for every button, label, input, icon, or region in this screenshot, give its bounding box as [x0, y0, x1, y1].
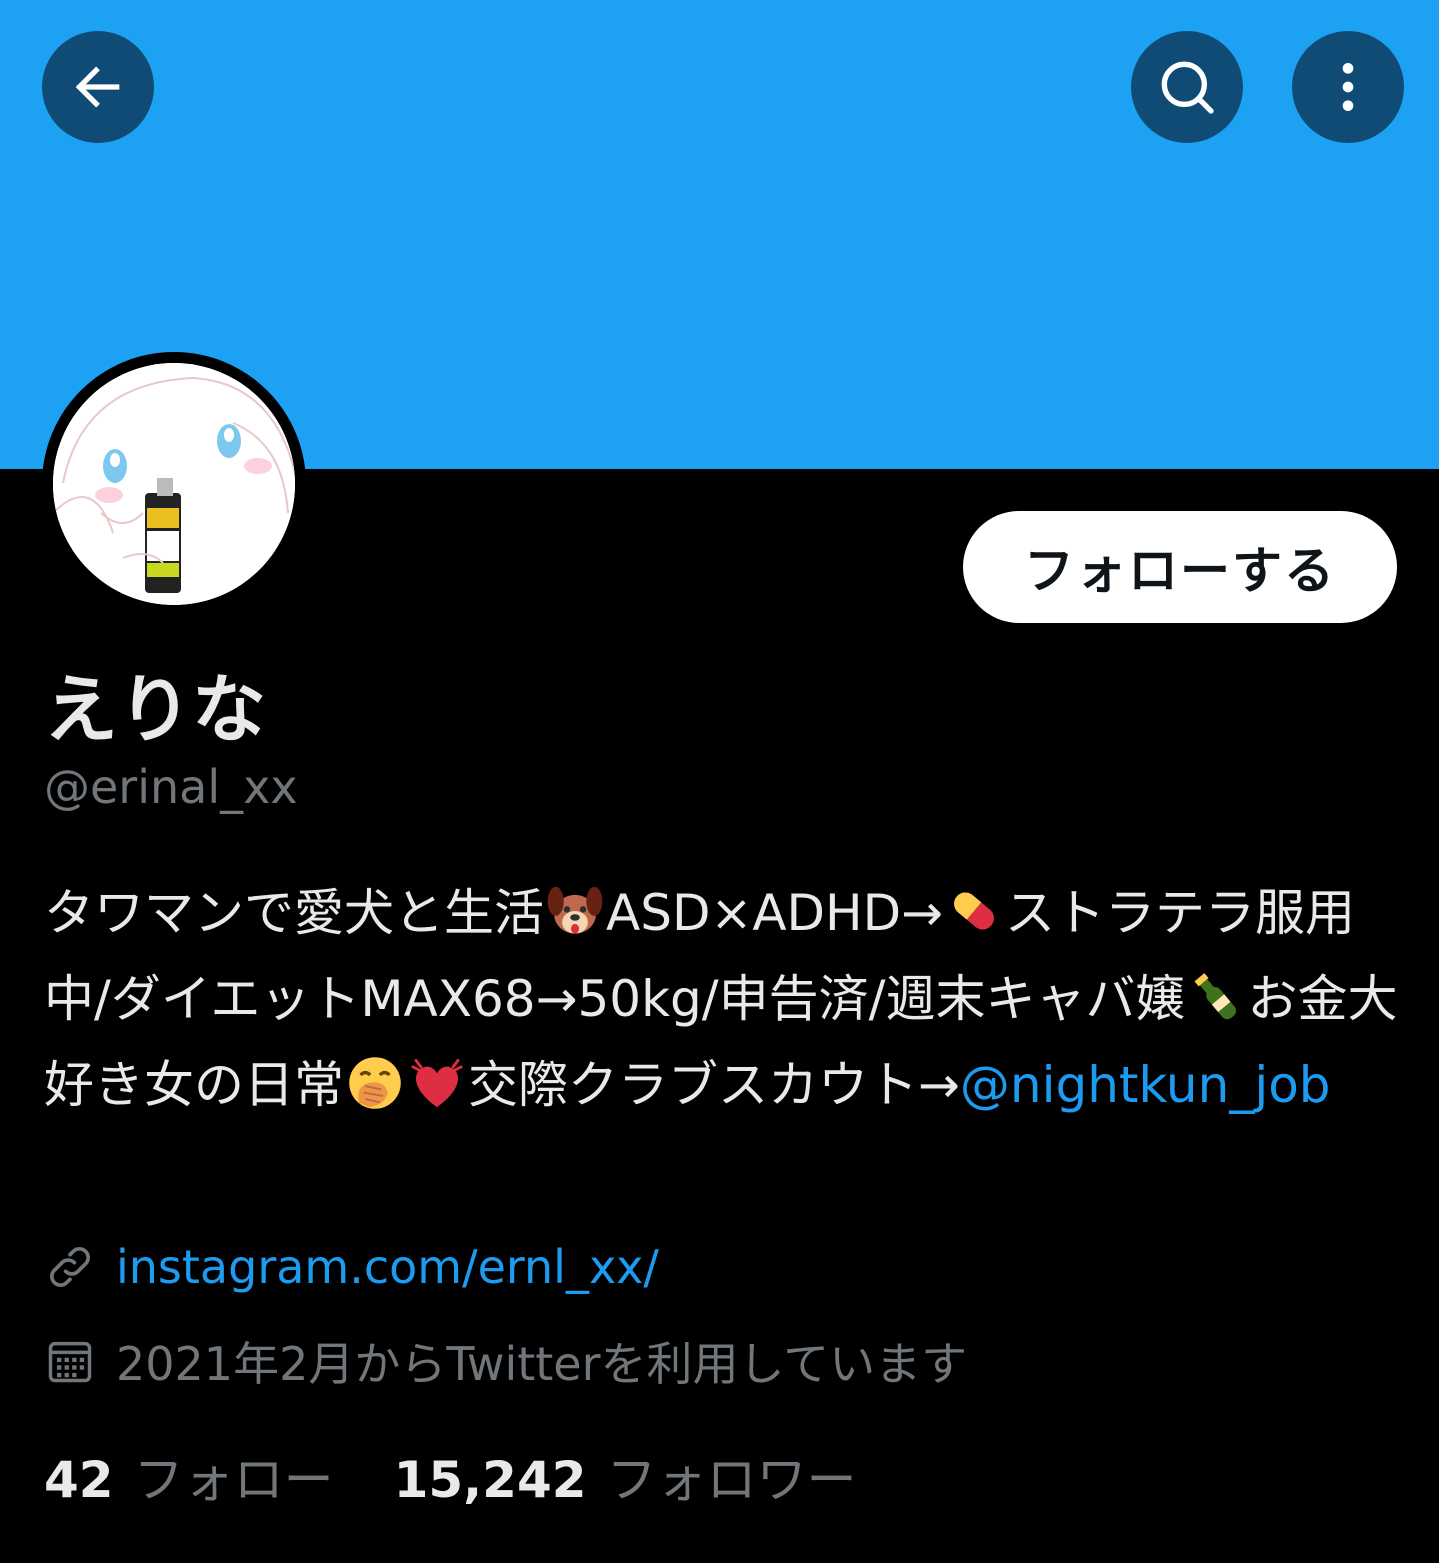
join-date-text: 2021年2月からTwitterを利用しています — [116, 1337, 968, 1391]
calendar-icon — [48, 1341, 92, 1383]
follow-button[interactable]: フォローする — [963, 511, 1397, 623]
avatar[interactable] — [42, 352, 306, 616]
followers-stat[interactable]: 15,242 フォロワー — [394, 1440, 857, 1512]
mention-link[interactable]: @nightkun_job — [960, 1056, 1331, 1114]
search-button[interactable] — [1131, 31, 1243, 143]
profile-stats: 42 フォロー 15,242 フォロワー — [44, 1440, 917, 1512]
followers-label: フォロワー — [606, 1451, 857, 1509]
arrow-left-icon — [75, 66, 120, 108]
search-icon — [1161, 61, 1214, 114]
profile-bio: タワマンで愛犬と生活 ASD×ADHD→ ストラテラ服用中/ダイエットMAX68→5… — [44, 870, 1404, 1128]
dog-face-emoji — [547, 886, 603, 934]
cinnamoroll-avatar — [53, 363, 295, 605]
following-count: 42 — [44, 1451, 114, 1509]
pill-emoji — [954, 891, 994, 930]
bio-text: タワマンで愛犬と生活 — [44, 884, 544, 942]
bio-text: 交際クラブスカウト→ — [468, 1056, 960, 1114]
following-label: フォロー — [133, 1451, 334, 1509]
back-button[interactable] — [42, 31, 154, 143]
beating-heart-emoji — [411, 1058, 463, 1107]
username-handle: @erinal_xx — [44, 760, 298, 814]
bio-text: ASD×ADHD→ — [606, 884, 944, 942]
more-options-button[interactable] — [1292, 31, 1404, 143]
champagne-emoji — [1194, 972, 1237, 1019]
followers-count: 15,242 — [393, 1451, 587, 1509]
following-stat[interactable]: 42 フォロー — [44, 1440, 334, 1512]
display-name: えりな — [44, 667, 266, 753]
profile-website: instagram.com/ernl_xx/ — [44, 1240, 659, 1294]
join-date: 2021年2月からTwitterを利用しています — [44, 1328, 967, 1394]
hand-over-mouth-emoji — [349, 1056, 401, 1109]
link-icon — [50, 1247, 90, 1287]
website-link[interactable]: instagram.com/ernl_xx/ — [116, 1240, 659, 1294]
more-vertical-icon — [1342, 63, 1354, 111]
